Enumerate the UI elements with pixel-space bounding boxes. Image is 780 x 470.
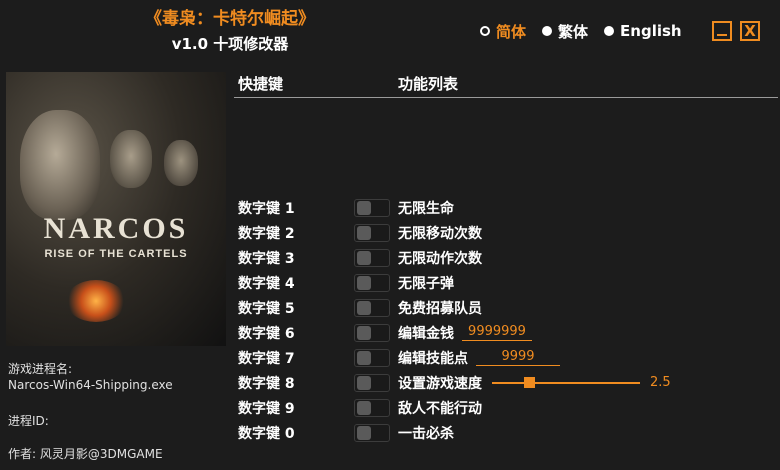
money-value-input[interactable]: 9999999 bbox=[462, 324, 532, 341]
cheat-label: 设置游戏速度 bbox=[398, 375, 482, 392]
app-version: v1.0 十项修改器 bbox=[171, 35, 289, 53]
cheat-row: 数字键 4 无限子弹 bbox=[238, 270, 454, 295]
cheat-label: 无限动作次数 bbox=[398, 250, 482, 267]
hotkey-label: 数字键 2 bbox=[238, 225, 295, 242]
lang-option-traditional[interactable]: 繁体 bbox=[542, 21, 588, 42]
minimize-button[interactable] bbox=[712, 21, 732, 41]
hotkey-label: 数字键 7 bbox=[238, 350, 295, 367]
toggle-switch[interactable] bbox=[354, 198, 390, 217]
lang-label: English bbox=[620, 22, 682, 40]
lang-label: 繁体 bbox=[558, 22, 589, 41]
cover-logo-subtitle: RISE OF THE CARTELS bbox=[44, 248, 188, 260]
cover-figure bbox=[110, 130, 152, 188]
cheat-label: 免费招募队员 bbox=[398, 300, 482, 317]
skill-points-input[interactable]: 9999 bbox=[476, 349, 560, 366]
cover-figure bbox=[20, 110, 100, 220]
toggle-switch[interactable] bbox=[354, 373, 390, 392]
language-selector: 简体 繁体 English bbox=[480, 20, 698, 42]
cheat-label: 一击必杀 bbox=[398, 425, 454, 442]
cheat-row: 数字键 7 编辑技能点 9999 bbox=[238, 345, 560, 370]
cheat-row: 数字键 0 一击必杀 bbox=[238, 420, 454, 445]
cheat-row: 数字键 2 无限移动次数 bbox=[238, 220, 482, 245]
process-name-label: 游戏进程名: bbox=[8, 362, 73, 376]
toggle-knob bbox=[357, 400, 371, 415]
toggle-switch[interactable] bbox=[354, 223, 390, 242]
toggle-knob bbox=[357, 375, 371, 390]
lang-label: 简体 bbox=[496, 22, 527, 41]
cheat-label: 无限子弹 bbox=[398, 275, 454, 292]
process-name-value: Narcos-Win64-Shipping.exe bbox=[8, 378, 173, 392]
title-block: 《毒枭：卡特尔崛起》 v1.0 十项修改器 bbox=[100, 8, 360, 56]
toggle-switch[interactable] bbox=[354, 423, 390, 442]
lang-option-simplified[interactable]: 简体 bbox=[480, 21, 526, 42]
hotkey-label: 数字键 5 bbox=[238, 300, 295, 317]
cover-fire bbox=[66, 280, 126, 322]
hotkey-label: 数字键 1 bbox=[238, 200, 295, 217]
close-button[interactable]: X bbox=[740, 21, 760, 41]
hotkey-label: 数字键 6 bbox=[238, 325, 295, 342]
toggle-knob bbox=[357, 350, 371, 365]
toggle-knob bbox=[357, 250, 371, 265]
game-speed-slider[interactable] bbox=[492, 376, 640, 388]
toggle-knob bbox=[357, 425, 371, 440]
cover-logo-title: NARCOS bbox=[43, 212, 189, 245]
hotkey-label: 数字键 4 bbox=[238, 275, 295, 292]
app-title: 《毒枭：卡特尔崛起》 bbox=[145, 9, 315, 29]
cheat-row: 数字键 6 编辑金钱 9999999 bbox=[238, 320, 532, 345]
radio-icon[interactable] bbox=[542, 26, 553, 36]
toggle-knob bbox=[357, 225, 371, 240]
cheat-label: 编辑金钱 bbox=[398, 325, 454, 342]
toggle-switch[interactable] bbox=[354, 248, 390, 267]
toggle-knob bbox=[357, 200, 371, 215]
author-credit: 作者: 风灵月影@3DMGAME bbox=[8, 447, 163, 461]
toggle-switch[interactable] bbox=[354, 273, 390, 292]
hotkey-label: 数字键 8 bbox=[238, 375, 295, 392]
cheat-label: 无限生命 bbox=[398, 200, 454, 217]
game-speed-value: 2.5 bbox=[650, 375, 671, 390]
cover-figure bbox=[164, 140, 198, 186]
lang-option-english[interactable]: English bbox=[604, 22, 682, 40]
toggle-switch[interactable] bbox=[354, 298, 390, 317]
cheat-row: 数字键 8 设置游戏速度 2.5 bbox=[238, 370, 671, 395]
toggle-knob bbox=[357, 300, 371, 315]
feature-column-header: 功能列表 bbox=[398, 75, 459, 93]
toggle-knob bbox=[357, 325, 371, 340]
radio-icon[interactable] bbox=[480, 26, 490, 36]
cheat-row: 数字键 1 无限生命 bbox=[238, 195, 454, 220]
radio-icon[interactable] bbox=[604, 26, 615, 36]
cheat-row: 数字键 3 无限动作次数 bbox=[238, 245, 482, 270]
cheat-row: 数字键 9 敌人不能行动 bbox=[238, 395, 482, 420]
cheat-label: 无限移动次数 bbox=[398, 225, 482, 242]
cheat-row: 数字键 5 免费招募队员 bbox=[238, 295, 482, 320]
slider-thumb[interactable] bbox=[524, 376, 535, 388]
toggle-switch[interactable] bbox=[354, 348, 390, 367]
toggle-knob bbox=[357, 275, 371, 290]
process-id-label: 进程ID: bbox=[8, 414, 49, 428]
toggle-switch[interactable] bbox=[354, 398, 390, 417]
hotkey-label: 数字键 9 bbox=[238, 400, 295, 417]
cheat-label: 敌人不能行动 bbox=[398, 400, 482, 417]
game-cover-image: NARCOS RISE OF THE CARTELS bbox=[6, 72, 226, 346]
table-header: 快捷键 功能列表 bbox=[238, 73, 778, 97]
hotkey-column-header: 快捷键 bbox=[238, 75, 284, 93]
toggle-switch[interactable] bbox=[354, 323, 390, 342]
cheat-label: 编辑技能点 bbox=[398, 350, 468, 367]
hotkey-label: 数字键 3 bbox=[238, 250, 295, 267]
hotkey-label: 数字键 0 bbox=[238, 425, 295, 442]
header-divider bbox=[234, 97, 778, 98]
